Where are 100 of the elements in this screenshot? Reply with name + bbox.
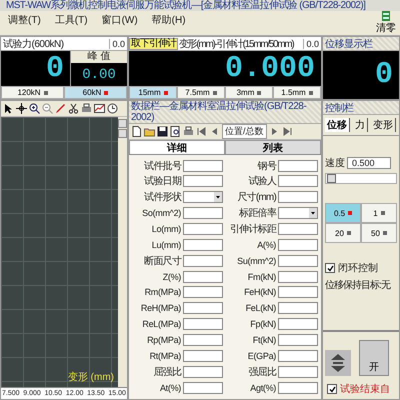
input-field[interactable] bbox=[183, 350, 223, 362]
clock-icon[interactable] bbox=[107, 103, 118, 114]
clear-button[interactable]: 清零 bbox=[372, 11, 400, 35]
start-button[interactable]: 开 bbox=[359, 340, 389, 376]
field-label: 断面尺寸 bbox=[143, 254, 181, 268]
range-button[interactable]: 1.5mm bbox=[273, 86, 321, 99]
field-label: 试件批号 bbox=[143, 160, 181, 172]
range-button[interactable]: 120kN bbox=[1, 86, 64, 99]
last-icon[interactable] bbox=[282, 126, 293, 137]
input-field[interactable] bbox=[183, 160, 223, 172]
field-label: ReL(MPa) bbox=[141, 319, 181, 330]
field-label: Fp(kN) bbox=[249, 319, 276, 330]
input-field[interactable] bbox=[183, 270, 223, 283]
input-field[interactable] bbox=[278, 222, 318, 235]
field-label: FeL(kN) bbox=[244, 303, 276, 314]
tab[interactable]: 详细 bbox=[129, 140, 225, 154]
displacement-display: 0 bbox=[323, 51, 399, 99]
field-label: Rt(MPa) bbox=[148, 350, 181, 361]
field-label: E(GPa) bbox=[246, 350, 276, 361]
tab[interactable]: 列表 bbox=[225, 140, 321, 154]
input-field[interactable] bbox=[278, 254, 318, 267]
up-down-button[interactable] bbox=[325, 350, 351, 376]
input-field[interactable] bbox=[183, 175, 223, 188]
field-label: Rp(MPa) bbox=[146, 335, 181, 345]
input-field[interactable] bbox=[183, 254, 223, 267]
pen-icon[interactable] bbox=[55, 103, 66, 114]
input-field[interactable] bbox=[278, 350, 318, 362]
input-field[interactable] bbox=[183, 222, 223, 235]
input-field[interactable] bbox=[278, 160, 318, 172]
dropdown-field[interactable] bbox=[278, 207, 318, 220]
checkbox[interactable] bbox=[327, 384, 337, 394]
scissors-icon[interactable] bbox=[68, 103, 79, 114]
menu-item[interactable]: 帮助(H) bbox=[152, 13, 186, 27]
rate-button[interactable]: 1 bbox=[361, 203, 397, 223]
tab[interactable]: 位移 bbox=[325, 118, 350, 132]
input-field[interactable] bbox=[278, 238, 318, 251]
save-icon[interactable] bbox=[157, 126, 168, 137]
rate-button[interactable]: 0.5 bbox=[325, 203, 361, 223]
menu-item[interactable]: 窗口(W) bbox=[102, 13, 138, 27]
field-label: At(%) bbox=[158, 382, 181, 393]
preview-icon[interactable] bbox=[170, 126, 181, 137]
field-label: Su(mm^2) bbox=[236, 256, 276, 266]
input-field[interactable] bbox=[278, 270, 318, 283]
input-field[interactable] bbox=[278, 175, 318, 188]
tab[interactable]: 力 bbox=[353, 118, 368, 132]
field-label: 试验日期 bbox=[143, 174, 181, 188]
chart-icon[interactable] bbox=[94, 103, 105, 114]
checkbox-label: 试验结束自 bbox=[340, 382, 390, 396]
menu-item[interactable]: 工具(T) bbox=[54, 13, 88, 27]
field-label: 钢号 bbox=[256, 160, 276, 172]
rate-button[interactable]: 50 bbox=[361, 223, 397, 243]
zoom-in-icon[interactable] bbox=[29, 103, 40, 114]
remove-extensometer-button[interactable]: 取下引伸计 bbox=[129, 38, 178, 50]
input-field[interactable] bbox=[278, 318, 318, 330]
input-field[interactable] bbox=[183, 318, 223, 330]
field-label: 引伸计标距 bbox=[228, 222, 276, 236]
speed-label: 速度 bbox=[325, 156, 345, 170]
input-field[interactable] bbox=[183, 382, 223, 394]
dropdown-field[interactable] bbox=[183, 191, 223, 204]
input-field[interactable] bbox=[183, 286, 223, 298]
speed-slider[interactable] bbox=[325, 173, 397, 184]
up-down-arrows-icon bbox=[331, 354, 345, 372]
field-label: A(%) bbox=[256, 240, 276, 250]
document-icon[interactable] bbox=[131, 126, 142, 137]
input-field[interactable] bbox=[278, 286, 318, 298]
field-label: Ft(kN) bbox=[252, 335, 276, 345]
crosshair-icon[interactable] bbox=[16, 103, 27, 114]
field-label: 标距倍率 bbox=[238, 206, 276, 220]
input-field[interactable] bbox=[183, 302, 223, 314]
input-field[interactable] bbox=[278, 191, 318, 204]
menu-item[interactable]: 调整(T) bbox=[8, 13, 41, 27]
printer-icon[interactable] bbox=[183, 126, 194, 137]
field-label: 试件形状 bbox=[143, 190, 181, 204]
range-button[interactable]: 7.5mm bbox=[177, 86, 225, 99]
tab[interactable]: 变形 bbox=[371, 118, 396, 132]
input-field[interactable] bbox=[183, 334, 223, 346]
slider-thumb[interactable] bbox=[326, 174, 336, 183]
peak-display: 0.00 bbox=[71, 63, 127, 86]
first-icon[interactable] bbox=[196, 126, 207, 137]
input-field[interactable] bbox=[183, 366, 223, 378]
printer-icon[interactable] bbox=[81, 103, 92, 114]
range-button[interactable]: 15mm bbox=[129, 86, 177, 99]
input-field[interactable] bbox=[183, 207, 223, 220]
input-field[interactable] bbox=[278, 334, 318, 346]
field-label: Agt(%) bbox=[249, 382, 276, 393]
range-button[interactable]: 3mm bbox=[225, 86, 273, 99]
input-field[interactable] bbox=[278, 302, 318, 314]
folder-icon[interactable] bbox=[144, 126, 155, 137]
pointer-icon[interactable] bbox=[3, 103, 14, 114]
input-field[interactable] bbox=[183, 238, 223, 251]
field-label: Lo(mm) bbox=[150, 224, 181, 234]
axis-label: 变形 (mm) bbox=[68, 370, 114, 384]
checkbox[interactable] bbox=[325, 263, 335, 273]
deformation-reading: 0.0 bbox=[303, 38, 321, 48]
input-field[interactable] bbox=[278, 366, 318, 378]
rate-button[interactable]: 20 bbox=[325, 223, 361, 243]
input-field[interactable] bbox=[278, 382, 318, 394]
speed-field[interactable]: 0.500 bbox=[347, 157, 391, 169]
range-button[interactable]: 60kN bbox=[64, 86, 127, 99]
field-label: 尺寸(mm) bbox=[236, 190, 276, 204]
